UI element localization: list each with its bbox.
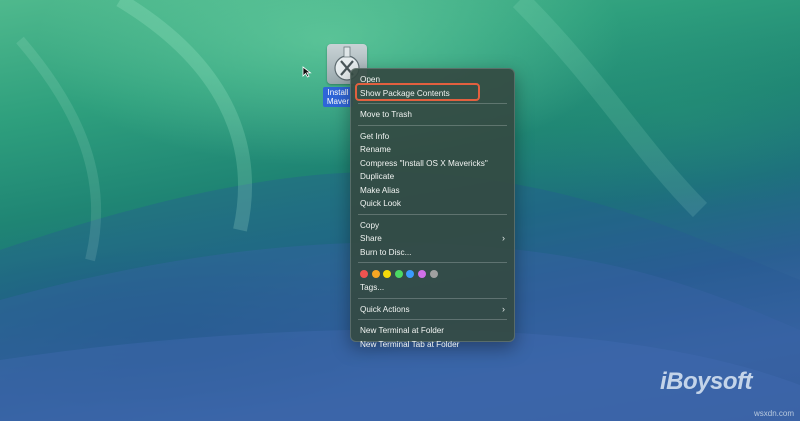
- menu-item-rename[interactable]: Rename: [351, 143, 514, 157]
- tag-color-dot[interactable]: [360, 270, 368, 278]
- menu-item-make-alias[interactable]: Make Alias: [351, 184, 514, 198]
- chevron-right-icon: ›: [502, 303, 505, 314]
- menu-item-duplicate[interactable]: Duplicate: [351, 170, 514, 184]
- menu-separator: [358, 319, 507, 320]
- iboysoft-watermark: iBoysoft: [660, 368, 753, 395]
- menu-item-tags[interactable]: Tags...: [351, 281, 514, 295]
- menu-separator: [358, 262, 507, 263]
- menu-separator: [358, 297, 507, 299]
- tag-color-dot[interactable]: [394, 270, 403, 278]
- tag-color-dot[interactable]: [429, 270, 438, 278]
- menu-item-quick-actions-label: Quick Actions: [360, 304, 410, 314]
- menu-item-burn-to-disc[interactable]: Burn to Disc...: [351, 246, 514, 260]
- menu-item-new-terminal-at-folder[interactable]: New Terminal at Folder: [351, 324, 514, 338]
- menu-item-get-info[interactable]: Get Info: [351, 130, 514, 144]
- menu-item-quick-look[interactable]: Quick Look: [351, 197, 514, 211]
- context-menu: Open Show Package Contents Move to Trash…: [350, 68, 515, 349]
- menu-separator: [358, 124, 507, 126]
- menu-item-quick-actions[interactable]: Quick Actions ›: [351, 303, 514, 317]
- menu-item-share[interactable]: Share ›: [351, 232, 514, 246]
- menu-separator: [358, 103, 507, 104]
- menu-item-new-terminal-tab-at-folder[interactable]: New Terminal Tab at Folder: [351, 338, 514, 352]
- site-watermark: wsxdn.com: [753, 409, 794, 418]
- menu-item-share-label: Share: [360, 234, 382, 243]
- tag-colors-row: [351, 267, 514, 281]
- mouse-pointer-icon: [302, 66, 312, 78]
- chevron-right-icon: ›: [502, 233, 505, 243]
- icon-label: Install Maver: [323, 87, 353, 107]
- tag-color-dot[interactable]: [417, 270, 426, 278]
- tag-color-dot[interactable]: [383, 270, 392, 278]
- tag-color-dot[interactable]: [406, 270, 415, 278]
- menu-item-compress[interactable]: Compress "Install OS X Mavericks": [351, 157, 514, 171]
- tag-color-dot[interactable]: [371, 270, 380, 278]
- menu-item-copy[interactable]: Copy: [351, 219, 514, 233]
- menu-separator: [358, 213, 507, 215]
- menu-item-move-to-trash[interactable]: Move to Trash: [351, 108, 514, 122]
- show-package-contents-highlight: [355, 83, 480, 101]
